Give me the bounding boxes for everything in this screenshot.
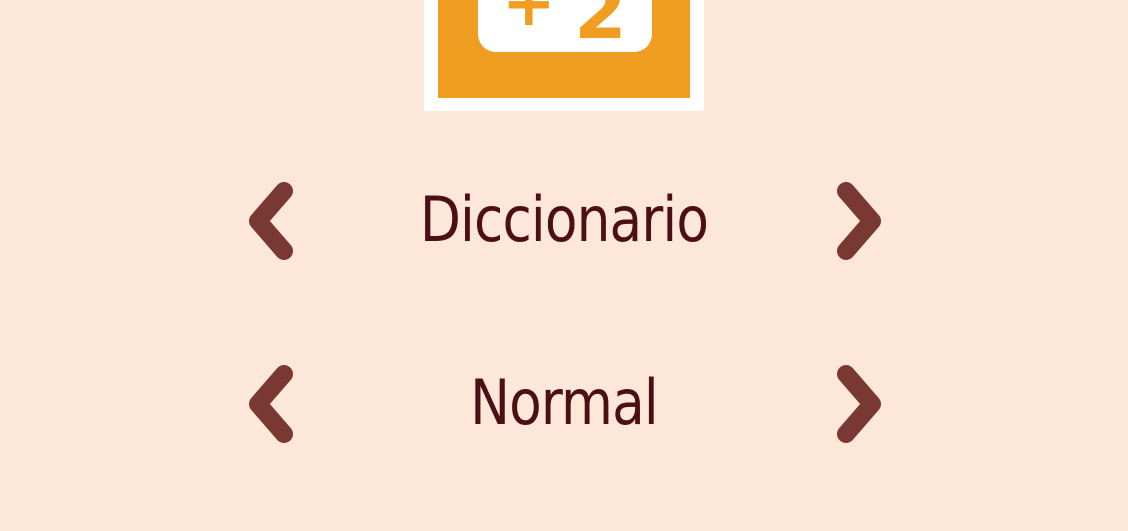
game-menu-screen: + 2 Diccionario Normal [0, 0, 1128, 531]
difficulty-next-button[interactable] [830, 364, 886, 444]
chevron-left-icon [249, 365, 293, 443]
logo-card: + 2 [478, 0, 652, 52]
game-logo: + 2 [424, 0, 704, 111]
chevron-right-icon [837, 365, 881, 443]
mode-next-button[interactable] [830, 181, 886, 261]
mode-label: Diccionario [419, 183, 709, 256]
mode-selector: Diccionario [0, 175, 1128, 265]
logo-two-glyph: 2 [574, 0, 627, 52]
mode-prev-button[interactable] [244, 181, 300, 261]
difficulty-prev-button[interactable] [244, 364, 300, 444]
difficulty-label: Normal [470, 366, 659, 439]
logo-tile: + 2 [438, 0, 690, 98]
chevron-right-icon [837, 182, 881, 260]
difficulty-selector: Normal [0, 358, 1128, 448]
logo-plus-glyph: + [502, 0, 556, 41]
chevron-left-icon [249, 182, 293, 260]
